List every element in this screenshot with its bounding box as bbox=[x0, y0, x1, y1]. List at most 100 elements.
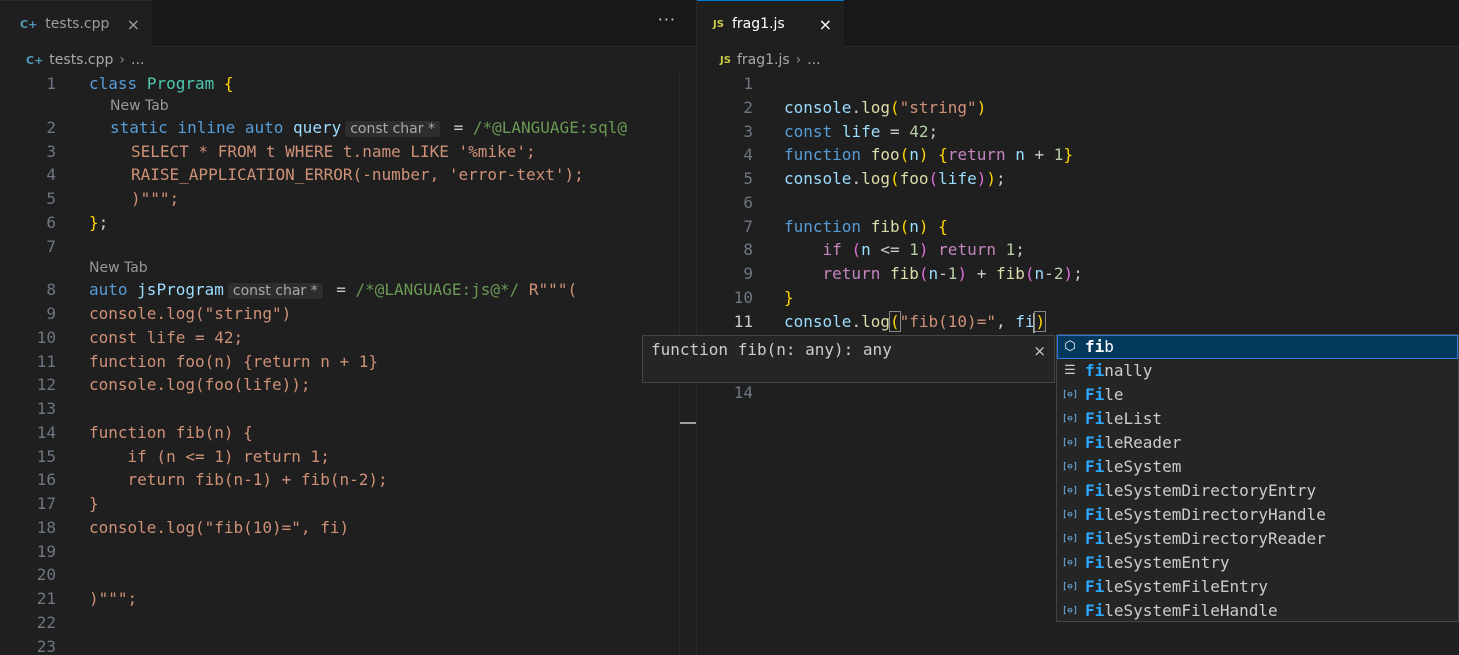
variable-icon: [⊖] bbox=[1061, 510, 1079, 520]
variable-icon: [⊖] bbox=[1061, 558, 1079, 568]
code-line: static inline auto query const char * = /… bbox=[110, 118, 627, 137]
suggestion-match: Fi bbox=[1085, 505, 1105, 524]
close-icon[interactable]: × bbox=[127, 15, 140, 34]
line-number: 13 bbox=[36, 399, 56, 418]
variable-icon: [⊖] bbox=[1061, 414, 1079, 424]
code-line: SELECT * FROM t WHERE t.name LIKE '%mike… bbox=[131, 142, 536, 161]
line-number: 14 bbox=[36, 423, 56, 442]
signature-text: function fib(n: any): any bbox=[651, 340, 892, 359]
suggestion-match: Fi bbox=[1085, 529, 1105, 548]
line-number: 12 bbox=[36, 375, 56, 394]
variable-icon: [⊖] bbox=[1061, 582, 1079, 592]
line-number: 19 bbox=[36, 542, 56, 561]
suggestion-item[interactable]: [⊖] FileSystemFileHandle bbox=[1057, 599, 1458, 621]
signature-hover-widget: function fib(n: any): any × bbox=[642, 335, 1055, 383]
tab-label: frag1.js bbox=[731, 16, 785, 32]
code-line: class Program { bbox=[89, 74, 234, 93]
suggestion-item[interactable]: [⊖] FileReader bbox=[1057, 431, 1458, 455]
suggestion-item[interactable]: [⊖] FileSystemDirectoryEntry bbox=[1057, 479, 1458, 503]
code-line: console.log(foo(life)); bbox=[784, 169, 1006, 188]
suggestion-rest: leSystemDirectoryReader bbox=[1104, 529, 1326, 548]
code-line: function fib(n) { bbox=[89, 423, 253, 442]
suggestion-match: Fi bbox=[1085, 457, 1105, 476]
code-line: return fib(n-1) + fib(n-2); bbox=[822, 264, 1083, 283]
suggestion-rest: leReader bbox=[1104, 433, 1182, 452]
line-number: 2 bbox=[743, 98, 753, 117]
inlay-type-hint: const char * bbox=[227, 283, 323, 299]
line-number: 7 bbox=[46, 237, 56, 256]
line-number: 21 bbox=[36, 589, 56, 608]
suggestion-rest: leSystemDirectoryHandle bbox=[1104, 505, 1326, 524]
suggestion-match: Fi bbox=[1085, 601, 1105, 620]
variable-icon: [⊖] bbox=[1061, 486, 1079, 496]
close-icon[interactable]: × bbox=[819, 15, 832, 34]
code-line: } bbox=[784, 288, 794, 307]
code-line: } bbox=[89, 494, 99, 513]
line-number: 1 bbox=[46, 74, 56, 93]
codelens-new-tab[interactable]: New Tab bbox=[89, 258, 148, 278]
line-number: 11 bbox=[733, 312, 753, 331]
suggestion-item[interactable]: ⬡ fib bbox=[1057, 335, 1458, 359]
chevron-right-icon: › bbox=[119, 52, 126, 68]
variable-icon: [⊖] bbox=[1061, 462, 1079, 472]
suggestion-item[interactable]: ☰ finally bbox=[1057, 359, 1458, 383]
suggestion-item[interactable]: [⊖] FileSystemDirectoryReader bbox=[1057, 527, 1458, 551]
tab-bar: JS frag1.js × bbox=[697, 0, 1459, 47]
suggestion-rest: leSystemFileHandle bbox=[1104, 601, 1278, 620]
codelens-new-tab[interactable]: New Tab bbox=[110, 96, 169, 116]
tab-bar: C+ tests.cpp × ··· bbox=[0, 0, 696, 47]
line-number: 2 bbox=[46, 118, 56, 137]
breadcrumb-file[interactable]: tests.cpp bbox=[49, 52, 113, 68]
line-number: 16 bbox=[36, 470, 56, 489]
line-number: 9 bbox=[743, 264, 753, 283]
suggestion-match: Fi bbox=[1085, 481, 1105, 500]
line-number: 14 bbox=[733, 383, 753, 402]
variable-icon: [⊖] bbox=[1061, 534, 1079, 544]
line-number: 4 bbox=[743, 145, 753, 164]
code-line: return fib(n-1) + fib(n-2); bbox=[89, 470, 388, 489]
code-line: )"""; bbox=[89, 589, 138, 608]
tab-label: tests.cpp bbox=[45, 16, 110, 32]
suggestion-item[interactable]: [⊖] FileSystem bbox=[1057, 455, 1458, 479]
line-number: 6 bbox=[46, 213, 56, 232]
breadcrumb-symbol[interactable]: ... bbox=[807, 52, 820, 68]
suggestion-rest: le bbox=[1104, 385, 1124, 404]
line-number: 8 bbox=[743, 240, 753, 259]
suggestion-rest: nally bbox=[1104, 361, 1153, 380]
code-line: console.log("string") bbox=[89, 304, 292, 323]
suggestion-item[interactable]: [⊖] FileSystemFileEntry bbox=[1057, 575, 1458, 599]
breadcrumb: JS frag1.js › ... bbox=[697, 48, 821, 72]
suggestion-match: Fi bbox=[1085, 409, 1105, 428]
suggestion-match: fi bbox=[1085, 361, 1105, 380]
breadcrumb: C+ tests.cpp › ... bbox=[0, 48, 144, 72]
chevron-right-icon: › bbox=[795, 52, 802, 68]
cpp-file-icon: C+ bbox=[20, 17, 38, 31]
tab-frag1-js[interactable]: JS frag1.js × bbox=[697, 0, 844, 47]
line-number: 9 bbox=[46, 304, 56, 323]
line-number: 8 bbox=[46, 280, 56, 299]
line-number: 3 bbox=[46, 142, 56, 161]
suggestion-item[interactable]: [⊖] FileSystemEntry bbox=[1057, 551, 1458, 575]
line-number: 17 bbox=[36, 494, 56, 513]
breadcrumb-file[interactable]: frag1.js bbox=[737, 52, 790, 68]
cube-icon: ⬡ bbox=[1064, 339, 1076, 354]
variable-icon: [⊖] bbox=[1061, 606, 1079, 616]
suggestion-item[interactable]: [⊖] FileSystemDirectoryHandle bbox=[1057, 503, 1458, 527]
cpp-file-icon: C+ bbox=[26, 53, 44, 67]
suggestion-item[interactable]: [⊖] File bbox=[1057, 383, 1458, 407]
more-actions-icon[interactable]: ··· bbox=[658, 10, 676, 29]
close-icon[interactable]: × bbox=[1033, 342, 1046, 360]
suggestion-item[interactable]: [⊖] FileList bbox=[1057, 407, 1458, 431]
keyword-icon: ☰ bbox=[1064, 363, 1076, 378]
code-line: }; bbox=[89, 213, 109, 232]
breadcrumb-symbol[interactable]: ... bbox=[131, 52, 144, 68]
code-line: if (n <= 1) return 1; bbox=[89, 447, 330, 466]
code-line: const life = 42; bbox=[89, 328, 244, 347]
tab-tests-cpp[interactable]: C+ tests.cpp × bbox=[0, 0, 152, 47]
variable-icon: [⊖] bbox=[1061, 390, 1079, 400]
line-number: 23 bbox=[36, 637, 56, 655]
autocomplete-suggestions: ⬡ fib ☰ finally [⊖] File [⊖] FileList [⊖] FileRea… bbox=[1056, 334, 1459, 622]
inlay-type-hint: const char * bbox=[345, 121, 440, 137]
code-line: function foo(n) {return n + 1} bbox=[784, 145, 1074, 164]
code-line: console.log("fib(10)=", fi) bbox=[784, 311, 1047, 333]
